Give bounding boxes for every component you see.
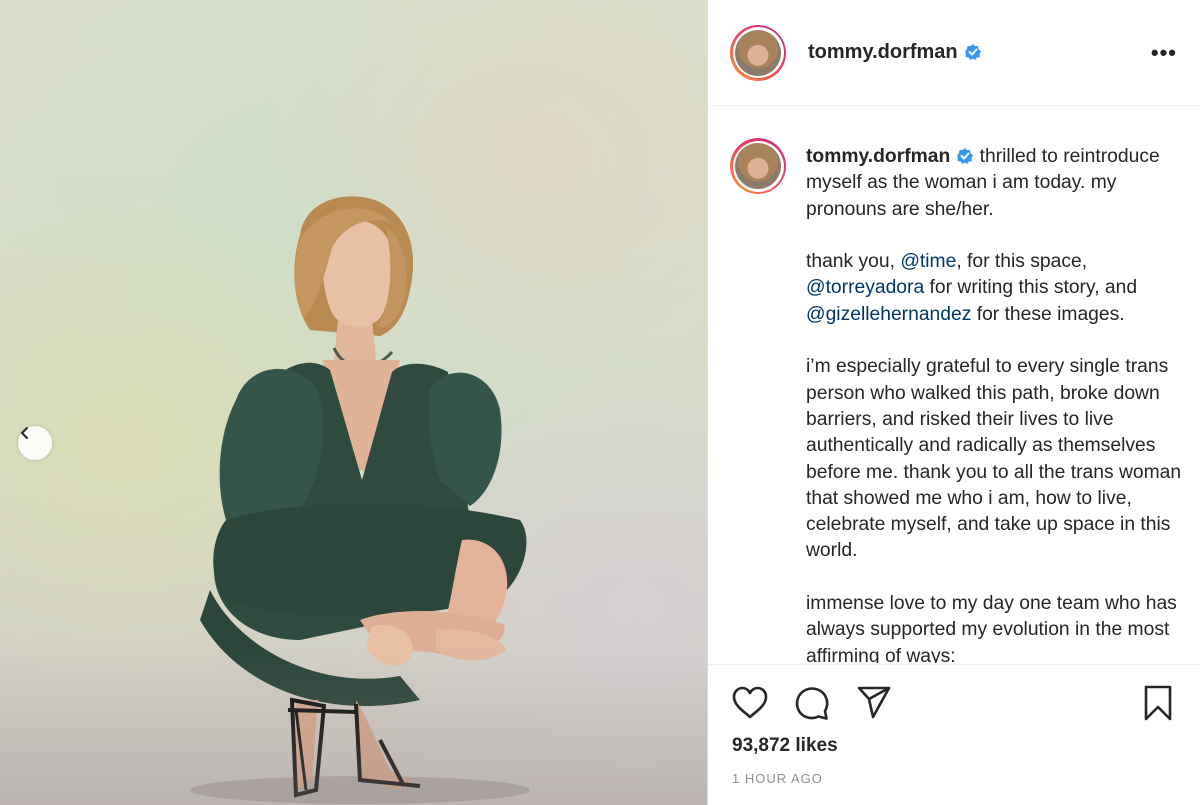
avatar[interactable] — [730, 24, 786, 81]
post-header: tommy.dorfman ••• — [708, 0, 1200, 106]
comment-button[interactable] — [792, 683, 832, 723]
share-button[interactable] — [854, 683, 894, 723]
username-text[interactable]: tommy.dorfman — [808, 41, 958, 63]
mention-link[interactable]: @time — [900, 251, 956, 272]
caption-paragraph-1: tommy.dorfman thrilled to reintroduce my… — [806, 144, 1191, 223]
mention-link[interactable]: @gizellehernandez — [806, 304, 971, 325]
heart-icon — [732, 686, 768, 719]
caption-area: tommy.dorfman thrilled to reintroduce my… — [708, 130, 1200, 663]
action-bar: 93,872 likes 1 HOUR AGO — [708, 664, 1200, 805]
caption-paragraph-2: thank you, @time, for this space, @torre… — [806, 249, 1191, 328]
post-panel: tommy.dorfman ••• tommy.dorfman thrilled… — [708, 0, 1200, 805]
avatar-image — [735, 29, 781, 76]
caption-text: for writing this story, and — [924, 277, 1138, 299]
post-photo[interactable] — [0, 0, 707, 805]
caption-username[interactable]: tommy.dorfman — [806, 146, 950, 167]
like-button[interactable] — [730, 683, 770, 723]
share-icon — [857, 686, 891, 719]
caption-paragraph-4: immense love to my day one team who has … — [806, 593, 1177, 663]
save-button[interactable] — [1138, 683, 1178, 723]
comment-icon — [795, 687, 829, 720]
caption-text: for these images. — [971, 303, 1125, 325]
previous-image-button[interactable] — [18, 426, 52, 460]
avatar-image — [735, 143, 781, 189]
bookmark-icon — [1144, 685, 1172, 721]
caption-paragraph-3: i’m especially grateful to every single … — [806, 356, 1182, 562]
photo-illustration — [190, 196, 530, 804]
caption-avatar[interactable] — [730, 138, 786, 194]
likes-count[interactable]: 93,872 likes — [732, 735, 838, 757]
caption-text: thank you, — [806, 251, 901, 273]
mention-link[interactable]: @torreyadora — [806, 277, 924, 298]
header-username[interactable]: tommy.dorfman — [808, 41, 982, 64]
verified-badge-icon — [957, 148, 974, 164]
post-timestamp[interactable]: 1 HOUR AGO — [732, 771, 823, 786]
caption-text: , for this space, — [956, 251, 1088, 273]
more-options-icon[interactable]: ••• — [1151, 40, 1177, 66]
verified-badge-icon — [964, 44, 981, 60]
post-caption: tommy.dorfman thrilled to reintroduce my… — [806, 144, 1191, 663]
chevron-left-icon — [21, 427, 28, 439]
